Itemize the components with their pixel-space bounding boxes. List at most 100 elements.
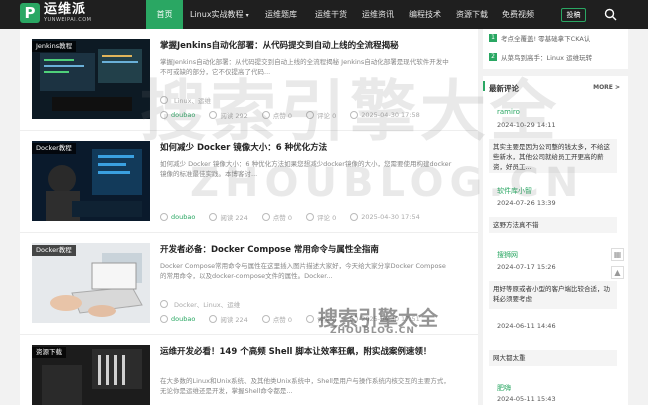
widget-title: 最新评论: [489, 84, 519, 93]
thumbs-up-icon: [261, 111, 270, 119]
comment-text[interactable]: 用好等原或者小型的客户端比较合适，功耗必须要考虑: [489, 281, 617, 309]
clock-icon: [350, 213, 359, 221]
article-thumbnail[interactable]: Docker教程: [32, 243, 150, 323]
tag-icon: [160, 96, 168, 104]
eye-icon: [209, 213, 218, 221]
article-thumbnail[interactable]: Docker教程: [32, 141, 150, 221]
author[interactable]: doubao: [160, 213, 195, 221]
clock-icon: [350, 315, 359, 323]
article-tags: Linux、运维: [160, 95, 211, 105]
rank-badge: 1: [489, 34, 497, 42]
clock-icon: [350, 111, 359, 119]
nav-item-ops-news[interactable]: 运维资讯: [355, 0, 402, 29]
article-title[interactable]: 运维开发必看！149 个高频 Shell 脚本让效率狂飙，附实战案例速领！: [160, 346, 460, 359]
top-navbar: P 运维派 YUNWEIPAI.COM 首页 Linux实战教程 ▾ 运维题库 运…: [0, 0, 648, 29]
logo-text: 运维派 YUNWEIPAI.COM: [44, 2, 91, 24]
category-badge: 资源下载: [32, 347, 66, 358]
comment-icon: [306, 213, 314, 221]
likes-count: 点赞 0: [272, 112, 292, 120]
submit-post-button[interactable]: 投稿: [561, 8, 586, 22]
tags-text[interactable]: Docker、Linux、运维: [174, 299, 240, 309]
comment-text[interactable]: 网大都太重: [489, 350, 617, 366]
sidebar-hot-links: 1 考点全覆盖! 零基础拿下CKA认 2 从菜鸟到高手：Linux 运维玩转: [483, 29, 628, 69]
article-thumbnail[interactable]: 资源下载: [32, 345, 150, 405]
user-icon: [160, 213, 168, 221]
comment-author[interactable]: ramiro: [497, 108, 520, 116]
comments-count: 评论 0: [317, 316, 337, 324]
article-title[interactable]: 开发者必备：Docker Compose 常用命令与属性全指南: [160, 244, 460, 257]
nav-item-ops-tips[interactable]: 运维干货: [308, 0, 355, 29]
author-name: doubao: [171, 213, 196, 221]
comment-text[interactable]: 这野方法真不错: [489, 217, 617, 233]
main-nav: 首页 Linux实战教程 ▾ 运维题库 运维干货 运维资讯 编程技术 资源下载 免…: [146, 0, 541, 29]
article-thumbnail[interactable]: Jenkins教程: [32, 39, 150, 119]
nav-item-home[interactable]: 首页: [146, 0, 183, 29]
comments-count: 评论 0: [317, 112, 337, 120]
comment-author[interactable]: 肥嗨: [497, 383, 511, 393]
date: 2025-04-30 17:51: [350, 315, 420, 323]
article-excerpt: 在大多数的Linux和Unix系统、及其他类Unix系统中，Shell是用户与操…: [160, 377, 450, 395]
author-name: doubao: [171, 111, 196, 119]
article-title[interactable]: 如何减少 Docker 镜像大小：6 种优化方法: [160, 142, 460, 155]
comment-author[interactable]: 搜狮网: [497, 250, 518, 260]
nav-item-free-videos[interactable]: 免费视频: [495, 0, 541, 29]
nav-item-programming[interactable]: 编程技术: [402, 0, 449, 29]
nav-item-downloads[interactable]: 资源下载: [449, 0, 495, 29]
article-item: Jenkins教程 掌握Jenkins自动化部署：从代码提交到自动上线的全流程揭…: [20, 29, 478, 131]
thumbs-up-icon: [261, 315, 270, 323]
comment-date: 2024-05-11 15:43: [497, 395, 556, 403]
views: 阅读 224: [209, 212, 248, 222]
comments: 评论 0: [306, 110, 336, 120]
eye-icon: [209, 315, 218, 323]
author[interactable]: doubao: [160, 315, 195, 323]
views: 阅读 292: [209, 110, 248, 120]
latest-comments-widget: 最新评论 MORE > ramiro 2024-10-29 14:11 其实主要…: [483, 76, 628, 405]
article-item: Docker教程 如何减少 Docker 镜像大小：6 种优化方法 如何减少 D…: [20, 131, 478, 233]
logo-mark: P: [20, 3, 40, 23]
user-icon: [160, 111, 168, 119]
site-logo[interactable]: P 运维派 YUNWEIPAI.COM: [20, 3, 91, 23]
article-excerpt: 掌握Jenkins自动化部署：从代码提交到自动上线的全流程揭秘 Jenkins自…: [160, 58, 449, 76]
views-count: 阅读 224: [220, 316, 248, 324]
more-link[interactable]: MORE >: [593, 84, 620, 91]
comment-icon: [306, 315, 314, 323]
rank-badge: 2: [489, 53, 497, 61]
back-to-top-icon[interactable]: ▲: [611, 266, 624, 279]
tag-icon: [160, 300, 168, 308]
views-count: 阅读 224: [220, 214, 248, 222]
thumbs-up-icon: [261, 213, 270, 221]
post-date: 2025-04-30 17:58: [361, 111, 420, 119]
user-icon: [160, 315, 168, 323]
comment-icon: [306, 111, 314, 119]
logo-title: 运维派: [44, 2, 87, 17]
search-icon[interactable]: [604, 8, 617, 21]
comment-author[interactable]: 软件库小智: [497, 186, 532, 196]
sidebar-link[interactable]: 2 从菜鸟到高手：Linux 运维玩转: [489, 52, 592, 62]
article-item: Docker教程 开发者必备：Docker Compose 常用命令与属性全指南…: [20, 233, 478, 335]
views: 阅读 224: [209, 314, 248, 324]
comment-text[interactable]: 其实主要是因为公司整的钱太多，不给这些新水，其他公司就给员工开更高的薪资，好员工…: [489, 139, 617, 173]
section-accent-bar: [483, 81, 485, 91]
article-title[interactable]: 掌握Jenkins自动化部署：从代码提交到自动上线的全流程揭秘: [160, 40, 460, 53]
likes: 点赞 0: [261, 212, 292, 222]
post-date: 2025-04-30 17:54: [361, 213, 420, 221]
author[interactable]: doubao: [160, 111, 195, 119]
category-badge: Jenkins教程: [32, 41, 77, 52]
sidebar-link[interactable]: 1 考点全覆盖! 零基础拿下CKA认: [489, 33, 590, 43]
tags-text[interactable]: Linux、运维: [174, 95, 211, 105]
article-excerpt: 如何减少 Docker 镜像大小：6 种优化方法如果您想减少docker镜像的大…: [160, 160, 452, 178]
likes: 点赞 0: [261, 110, 292, 120]
views-count: 阅读 292: [220, 112, 248, 120]
nav-label: Linux实战教程: [190, 10, 244, 19]
article-meta: doubao 阅读 224 点赞 0 评论 0 2025-04-30 17:51: [160, 314, 434, 324]
article-meta: doubao 阅读 292 点赞 0 评论 0 2025-04-30 17:58: [160, 110, 434, 120]
nav-item-question-bank[interactable]: 运维题库: [258, 0, 308, 29]
qr-code-icon[interactable]: ▦: [611, 248, 624, 261]
comments: 评论 0: [306, 212, 336, 222]
article-tags: Docker、Linux、运维: [160, 299, 240, 309]
date: 2025-04-30 17:58: [350, 111, 420, 119]
nav-item-linux-tutorial[interactable]: Linux实战教程 ▾: [183, 0, 258, 29]
article-meta: doubao 阅读 224 点赞 0 评论 0 2025-04-30 17:54: [160, 212, 434, 222]
date: 2025-04-30 17:54: [350, 213, 420, 221]
sidebar-link-text: 从菜鸟到高手：Linux 运维玩转: [501, 54, 593, 62]
